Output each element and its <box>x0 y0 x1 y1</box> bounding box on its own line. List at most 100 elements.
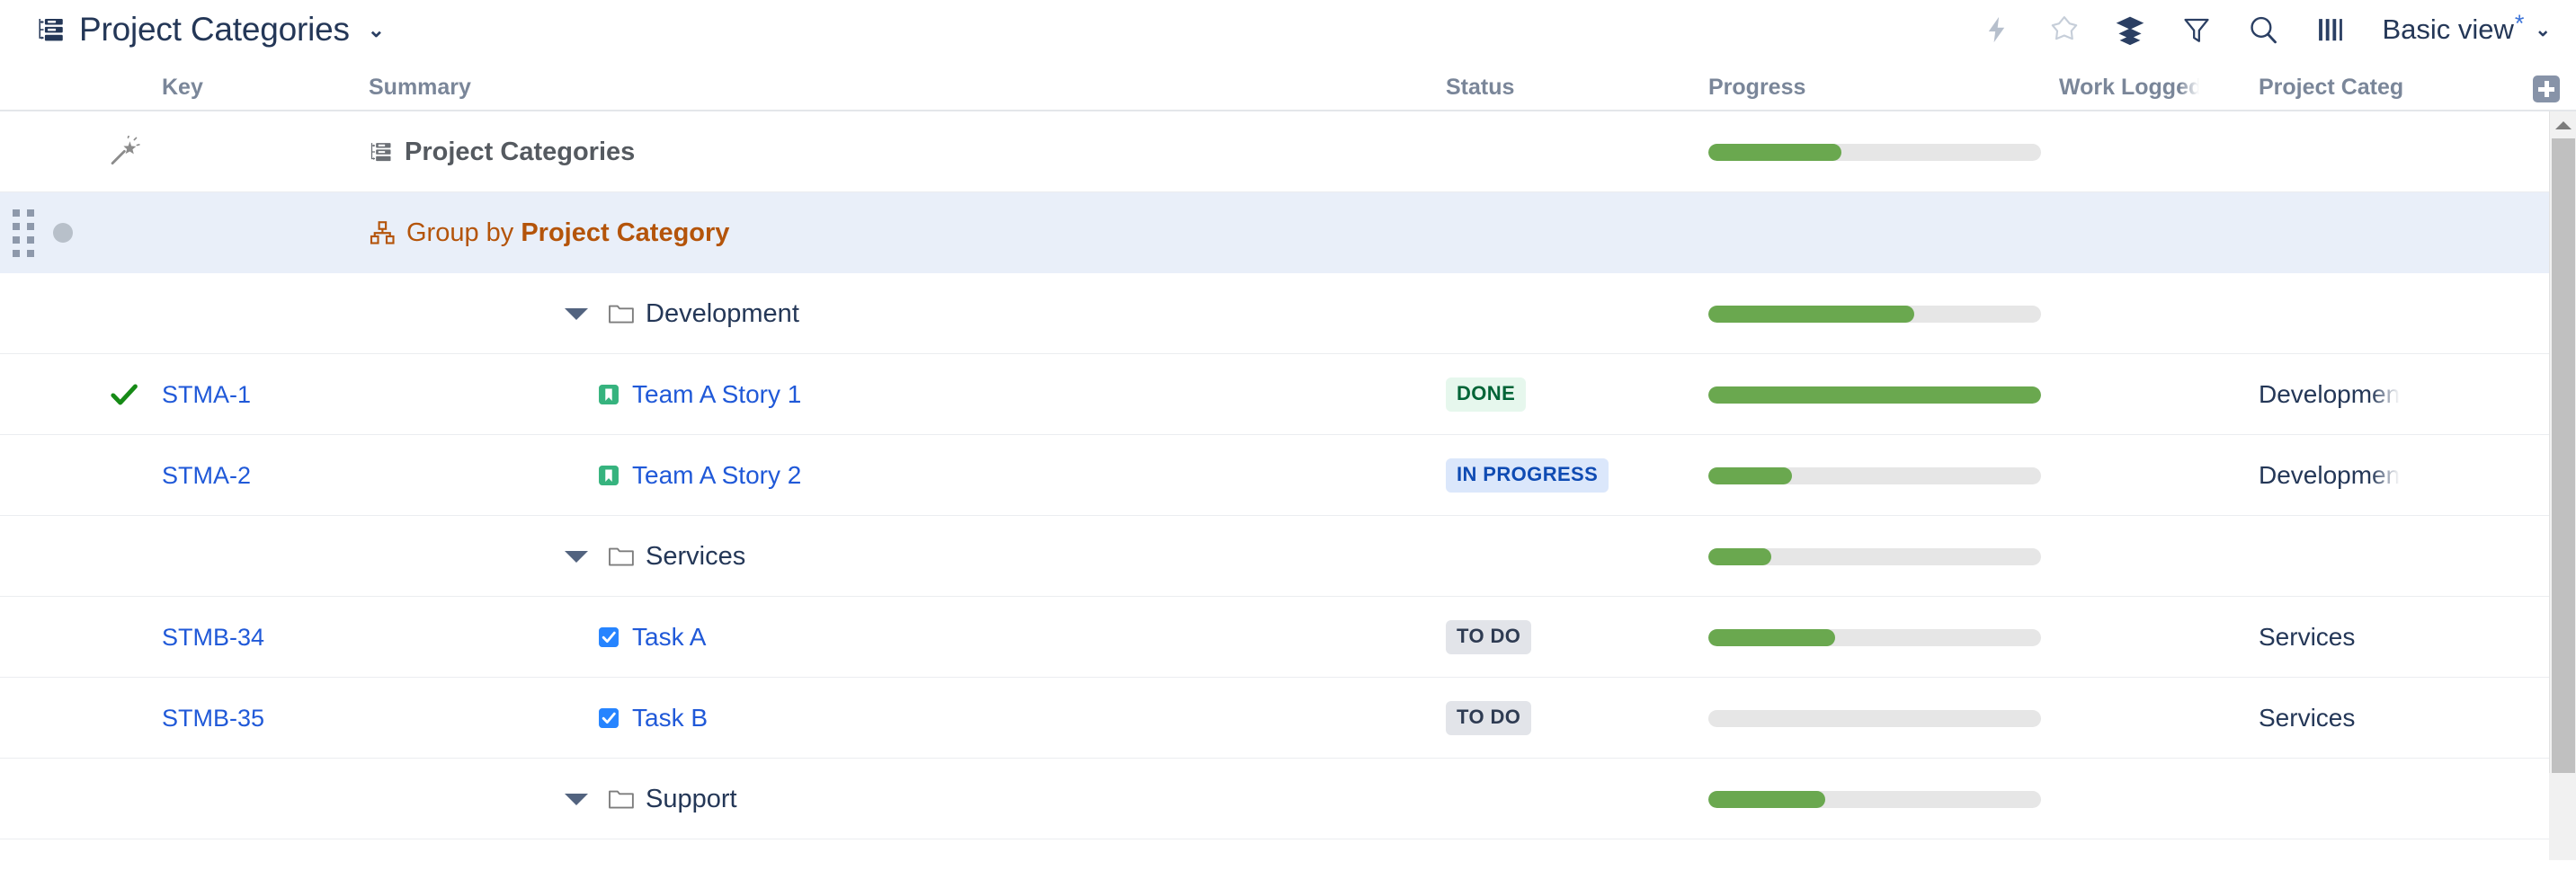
row-summary-text[interactable]: Team A Story 2 <box>632 461 801 490</box>
resolved-check-icon <box>86 354 162 435</box>
row-summary[interactable]: Team A Story 2 <box>369 435 1448 516</box>
pin-icon[interactable] <box>2044 10 2083 49</box>
view-chevron-down-icon[interactable]: ⌄ <box>2535 19 2551 41</box>
drag-handle-icon[interactable] <box>5 192 41 273</box>
row-flag <box>86 192 162 273</box>
row-work-logged <box>2059 192 2230 273</box>
table-row[interactable]: STMB-34 Task A TO DO Services <box>0 597 2576 678</box>
row-marker-dot[interactable] <box>47 192 79 273</box>
column-header-progress[interactable]: Progress <box>1708 75 1805 101</box>
row-summary[interactable]: Story 5 <box>369 839 1448 860</box>
scroll-up-button[interactable] <box>2550 111 2576 138</box>
task-icon <box>596 625 621 650</box>
row-summary-text: Group by Project Category <box>406 218 729 248</box>
issue-key-link[interactable]: STMB-34 <box>162 624 264 652</box>
row-project-category: Development <box>2259 435 2519 516</box>
folder-icon <box>608 302 635 325</box>
row-summary-text[interactable]: Task A <box>632 623 706 652</box>
row-status[interactable]: TO DO <box>1446 678 1707 759</box>
table-row[interactable]: STMB-35 Task B TO DO Services <box>0 678 2576 759</box>
row-summary-text: Development <box>646 299 799 329</box>
row-summary[interactable]: Development <box>369 273 1448 354</box>
row-work-logged <box>2059 111 2230 192</box>
row-key[interactable]: STMA-2 <box>162 435 369 516</box>
row-project-category: Development <box>2259 354 2519 435</box>
group-by-prefix: Group by <box>406 218 521 247</box>
project-category-value: Services <box>2259 704 2355 733</box>
row-summary[interactable]: Group by Project Category <box>369 192 1448 273</box>
row-summary[interactable]: Services <box>369 516 1448 597</box>
column-header-summary[interactable]: Summary <box>369 75 471 101</box>
automation-icon[interactable] <box>1977 10 2017 49</box>
row-project-category <box>2259 192 2519 273</box>
chevron-down-icon[interactable] <box>565 794 588 805</box>
row-flag <box>86 678 162 759</box>
row-summary-text: Services <box>646 542 745 572</box>
row-summary-text[interactable]: Task B <box>632 704 708 733</box>
add-column-button[interactable] <box>2533 75 2560 102</box>
row-project-category: Services <box>2259 597 2519 678</box>
column-header-work-logged[interactable]: Work Logged <box>2059 75 2203 101</box>
row-status[interactable]: DONE <box>1446 354 1707 435</box>
view-selector[interactable]: Basic view * ⌄ <box>2382 13 2551 46</box>
row-progress <box>1708 435 2050 516</box>
row-key[interactable]: DOC-14 <box>162 839 369 860</box>
project-category-value: Development <box>2259 380 2407 409</box>
table-row[interactable]: STMA-1 Team A Story 1 DONE Development <box>0 354 2576 435</box>
project-category-value: Development <box>2259 461 2407 490</box>
title-chevron-down-icon[interactable]: ⌄ <box>368 20 385 40</box>
table-row[interactable]: Development <box>0 273 2576 354</box>
magic-wand-icon[interactable] <box>86 111 162 192</box>
table-row[interactable]: Project Categories <box>0 111 2576 192</box>
row-work-logged <box>2059 839 2230 860</box>
row-summary[interactable]: Project Categories <box>369 111 1448 192</box>
issue-key-link[interactable]: STMA-1 <box>162 381 251 409</box>
structure-grid: Project Categories <box>0 111 2576 860</box>
column-header-project-category[interactable]: Project Categ <box>2259 75 2425 101</box>
row-summary[interactable]: Task A <box>369 597 1448 678</box>
table-row[interactable]: Group by Project Category <box>0 192 2576 273</box>
table-row[interactable]: DOC-14 Story 5 IN PROGRESS Support <box>0 839 2576 860</box>
search-icon[interactable] <box>2243 10 2283 49</box>
issue-key-link[interactable]: STMB-35 <box>162 705 264 733</box>
table-row[interactable]: STMA-2 Team A Story 2 IN PROGRESS Develo… <box>0 435 2576 516</box>
folder-icon <box>608 787 635 811</box>
layers-icon[interactable] <box>2110 10 2150 49</box>
issue-key-link[interactable]: STMA-2 <box>162 462 251 490</box>
status-badge: TO DO <box>1446 620 1531 654</box>
progress-bar <box>1708 629 2041 646</box>
row-key[interactable]: STMA-1 <box>162 354 369 435</box>
vertical-scroll-thumb[interactable] <box>2552 138 2575 773</box>
column-header-status[interactable]: Status <box>1446 75 1514 101</box>
table-row[interactable]: Services <box>0 516 2576 597</box>
chevron-down-icon[interactable] <box>565 308 588 320</box>
row-status[interactable]: TO DO <box>1446 597 1707 678</box>
progress-bar <box>1708 467 2041 484</box>
filter-icon[interactable] <box>2177 10 2216 49</box>
row-status[interactable]: IN PROGRESS <box>1446 839 1707 860</box>
chevron-down-icon[interactable] <box>565 551 588 563</box>
row-progress <box>1708 273 2050 354</box>
row-key <box>162 516 369 597</box>
row-summary[interactable]: Support <box>369 759 1448 839</box>
row-status <box>1446 192 1707 273</box>
table-row[interactable]: Support <box>0 759 2576 839</box>
row-key[interactable]: STMB-34 <box>162 597 369 678</box>
row-work-logged <box>2059 516 2230 597</box>
group-by-icon <box>369 219 396 246</box>
row-key[interactable]: STMB-35 <box>162 678 369 759</box>
progress-bar <box>1708 386 2041 404</box>
row-status[interactable]: IN PROGRESS <box>1446 435 1707 516</box>
structure-title-group[interactable]: Project Categories ⌄ <box>36 11 385 49</box>
row-summary[interactable]: Task B <box>369 678 1448 759</box>
columns-icon[interactable] <box>2310 10 2349 49</box>
progress-bar <box>1708 144 2041 161</box>
status-badge: DONE <box>1446 377 1526 412</box>
vertical-scrollbar[interactable] <box>2549 111 2576 860</box>
row-summary-text[interactable]: Team A Story 1 <box>632 380 801 409</box>
column-header-key[interactable]: Key <box>162 75 203 101</box>
row-project-category: Support <box>2259 839 2519 860</box>
structure-icon <box>369 139 394 164</box>
row-summary[interactable]: Team A Story 1 <box>369 354 1448 435</box>
row-summary-text: Project Categories <box>405 138 635 167</box>
